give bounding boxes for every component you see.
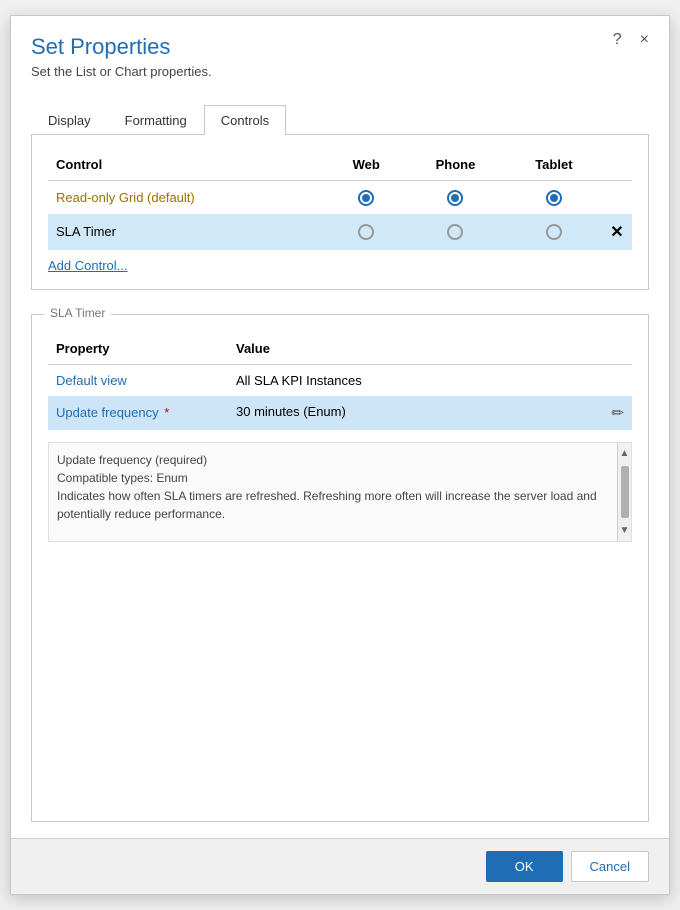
table-row: Read-only Grid (default)	[48, 181, 632, 214]
sla-tablet-radio-cell[interactable]	[506, 214, 602, 250]
default-view-value: All SLA KPI Instances	[228, 364, 632, 396]
tab-bar: Display Formatting Controls	[31, 105, 649, 135]
default-view-label: Default view	[48, 364, 228, 396]
col-phone: Phone	[405, 151, 506, 181]
property-table: Property Value Default view All SLA KPI …	[48, 335, 632, 430]
sla-phone-radio-empty[interactable]	[447, 224, 463, 240]
scroll-down-icon[interactable]: ▼	[617, 520, 633, 541]
property-row-selected: Update frequency * 30 minutes (Enum) ✏	[48, 396, 632, 430]
required-star: *	[161, 405, 170, 420]
scroll-up-icon[interactable]: ▲	[617, 443, 633, 464]
update-frequency-label: Update frequency *	[48, 396, 228, 430]
col-control: Control	[48, 151, 327, 181]
edit-icon[interactable]: ✏	[611, 404, 624, 422]
sla-section-legend: SLA Timer	[44, 306, 111, 320]
dialog-title: Set Properties	[31, 34, 649, 60]
dialog-subtitle: Set the List or Chart properties.	[31, 64, 649, 79]
phone-radio-filled[interactable]	[447, 190, 463, 206]
add-control-link[interactable]: Add Control...	[48, 258, 128, 273]
phone-radio-cell[interactable]	[405, 181, 506, 214]
col-web: Web	[327, 151, 405, 181]
controls-panel: Control Web Phone Tablet Read-only Grid …	[31, 135, 649, 290]
web-radio-filled[interactable]	[358, 190, 374, 206]
col-tablet: Tablet	[506, 151, 602, 181]
sla-timer-section: SLA Timer Property Value Default view Al…	[31, 314, 649, 822]
control-name-cell: Read-only Grid (default)	[48, 181, 327, 214]
dialog-header: Set Properties Set the List or Chart pro…	[11, 16, 669, 89]
controls-table: Control Web Phone Tablet Read-only Grid …	[48, 151, 632, 250]
help-button[interactable]: ?	[609, 30, 626, 50]
scrollbar[interactable]: ▲ ▼	[617, 443, 631, 541]
web-radio-cell[interactable]	[327, 181, 405, 214]
delete-icon[interactable]: ✕	[610, 224, 623, 241]
description-box: Update frequency (required) Compatible t…	[48, 442, 632, 542]
ok-button[interactable]: OK	[486, 851, 563, 882]
sla-phone-radio-cell[interactable]	[405, 214, 506, 250]
col-property: Property	[48, 335, 228, 365]
sla-delete-cell[interactable]: ✕	[602, 214, 632, 250]
sla-timer-name: SLA Timer	[48, 214, 327, 250]
property-row: Default view All SLA KPI Instances	[48, 364, 632, 396]
set-properties-dialog: Set Properties Set the List or Chart pro…	[10, 15, 670, 895]
sla-tablet-radio-empty[interactable]	[546, 224, 562, 240]
tab-formatting[interactable]: Formatting	[108, 105, 204, 135]
cancel-button[interactable]: Cancel	[571, 851, 649, 882]
scroll-thumb	[621, 466, 629, 518]
control-name-link[interactable]: Read-only Grid (default)	[56, 190, 195, 205]
table-row: SLA Timer ✕	[48, 214, 632, 250]
tablet-radio-filled[interactable]	[546, 190, 562, 206]
close-button[interactable]: ×	[636, 30, 653, 50]
tab-controls[interactable]: Controls	[204, 105, 286, 135]
sla-web-radio-empty[interactable]	[358, 224, 374, 240]
dialog-body: Display Formatting Controls Control Web …	[11, 89, 669, 838]
sla-web-radio-cell[interactable]	[327, 214, 405, 250]
tab-display[interactable]: Display	[31, 105, 108, 135]
dialog-footer: OK Cancel	[11, 838, 669, 894]
description-text: Update frequency (required) Compatible t…	[57, 451, 623, 523]
header-icons: ? ×	[609, 30, 653, 50]
tablet-radio-cell[interactable]	[506, 181, 602, 214]
sla-section-inner: Property Value Default view All SLA KPI …	[32, 319, 648, 558]
col-value: Value	[228, 335, 632, 365]
update-frequency-value: 30 minutes (Enum) ✏	[228, 396, 632, 430]
